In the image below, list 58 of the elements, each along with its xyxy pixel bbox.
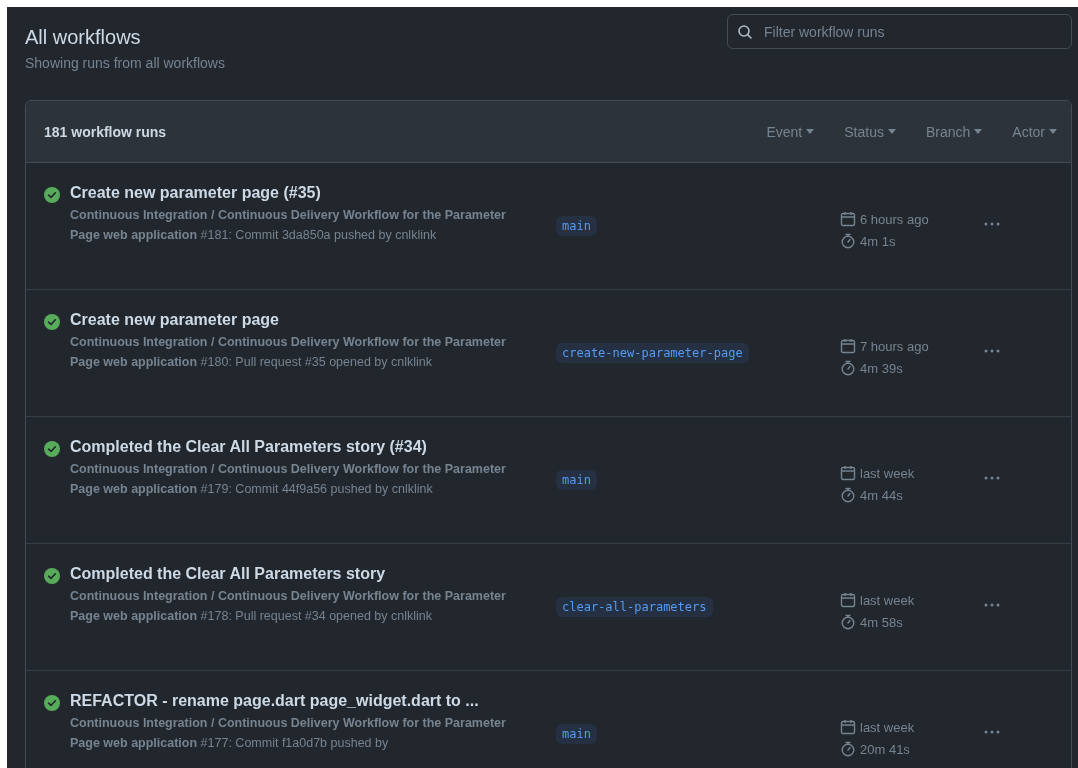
caret-icon (974, 129, 983, 134)
branch-tag[interactable]: main (556, 216, 597, 236)
page-title: All workflows (25, 26, 142, 49)
stopwatch-icon (840, 233, 856, 249)
run-duration: 4m 39s (860, 360, 903, 376)
caret-icon (887, 129, 896, 134)
run-date: 6 hours ago (860, 211, 929, 227)
run-title[interactable]: Completed the Clear All Parameters story (#34) (70, 438, 540, 456)
branch-tag[interactable]: main (556, 724, 597, 744)
run-title[interactable]: REFACTOR - rename page.dart page_widget.dart to ... (70, 692, 540, 710)
stopwatch-icon (840, 487, 856, 503)
run-date: last week (860, 465, 915, 481)
run-title[interactable]: Create new parameter page (70, 311, 540, 329)
branch-tag[interactable]: main (556, 470, 597, 490)
run-duration: 20m 41s (860, 741, 910, 757)
run-count: 181 workflow runs (44, 123, 167, 140)
more-options-icon[interactable] (982, 347, 1002, 355)
caret-icon (806, 129, 815, 134)
run-date: 7 hours ago (860, 338, 929, 354)
branch-tag[interactable]: clear-all-parameters (556, 597, 713, 617)
calendar-icon (840, 719, 856, 735)
success-icon (44, 695, 60, 711)
more-options-icon[interactable] (982, 474, 1002, 482)
run-title[interactable]: Create new parameter page (#35) (70, 184, 540, 202)
run-duration: 4m 1s (860, 233, 896, 249)
filter-dropdown[interactable]: Actor (1008, 123, 1061, 140)
caret-icon (1049, 129, 1057, 134)
calendar-icon (840, 338, 856, 354)
more-options-icon[interactable] (982, 220, 1002, 228)
filter-dropdown[interactable]: Event (762, 123, 819, 140)
more-options-icon[interactable] (982, 601, 1002, 609)
run-description: Continuous Integration / Continuous Delivery Workflow for the Parameter Page web application #180: Pull request #35 opened by cnlklink (70, 334, 507, 371)
branch-tag[interactable]: create-new-parameter-page (556, 343, 749, 363)
run-duration: 4m 44s (860, 487, 903, 503)
stopwatch-icon (840, 614, 856, 630)
calendar-icon (840, 592, 856, 608)
run-description: Continuous Integration / Continuous Delivery Workflow for the Parameter Page web application #181: Commit 3da850a pushed by cnlklink (70, 207, 507, 244)
calendar-icon (840, 211, 856, 227)
run-description: Continuous Integration / Continuous Delivery Workflow for the Parameter Page web application #179: Commit 44f9a56 pushed by cnlklink (70, 461, 507, 498)
success-icon (44, 441, 60, 457)
run-date: last week (860, 719, 915, 735)
calendar-icon (840, 465, 856, 481)
run-description: Continuous Integration / Continuous Delivery Workflow for the Parameter Page web application #178: Pull request #34 opened by cnlklink (70, 588, 507, 625)
search-icon (737, 24, 753, 40)
success-icon (44, 568, 60, 584)
run-duration: 4m 58s (860, 614, 903, 630)
stopwatch-icon (840, 360, 856, 376)
success-icon (44, 314, 60, 330)
stopwatch-icon (840, 741, 856, 757)
filter-dropdown[interactable]: Branch (921, 123, 987, 140)
run-description: Continuous Integration / Continuous Delivery Workflow for the Parameter Page web application #177: Commit f1a0d7b pushed by (70, 715, 507, 752)
page-subtitle: Showing runs from all workflows (25, 55, 225, 71)
more-options-icon[interactable] (982, 728, 1002, 736)
filter-dropdown[interactable]: Status (840, 123, 900, 140)
run-title[interactable]: Completed the Clear All Parameters story (70, 565, 540, 583)
success-icon (44, 187, 60, 203)
run-date: last week (860, 592, 915, 608)
search-field[interactable]: Filter workflow runs (727, 14, 1072, 49)
